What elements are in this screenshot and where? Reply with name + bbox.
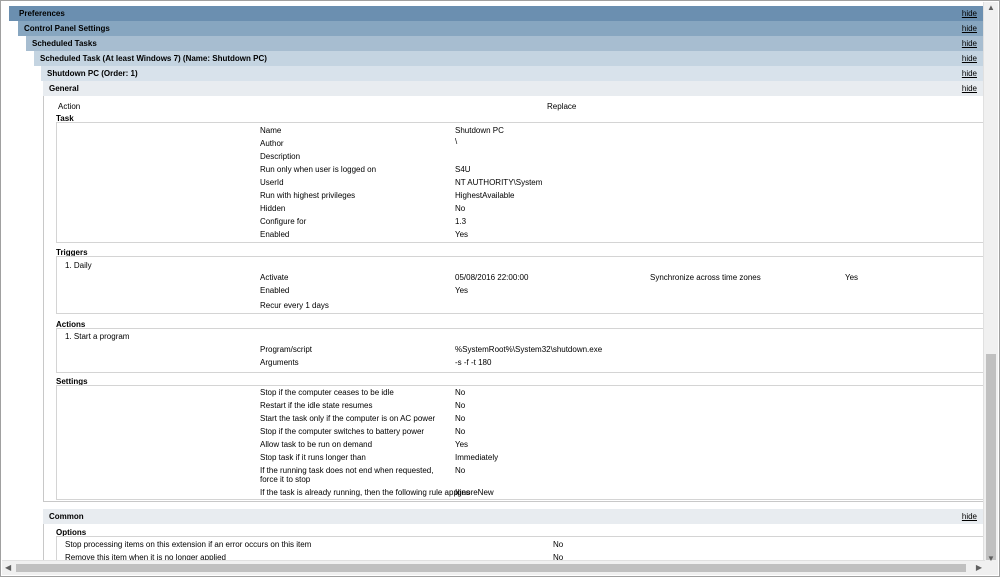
triggers-table <box>56 256 985 314</box>
settings-row-label: Stop task if it runs longer than <box>260 453 366 462</box>
common-title: Common <box>49 512 84 521</box>
settings-row-value: No <box>455 388 466 397</box>
hide-link-preferences[interactable]: hide <box>962 6 977 21</box>
action-program-value: %SystemRoot%\System32\shutdown.exe <box>455 345 603 354</box>
settings-row-value: No <box>455 414 466 423</box>
action-program-label: Program/script <box>260 345 313 354</box>
scheduled-task-title: Scheduled Task (At least Windows 7) (Nam… <box>40 54 267 63</box>
task-row-label: Hidden <box>260 204 286 213</box>
vertical-scrollbar[interactable]: ▲ ▼ <box>983 2 998 564</box>
settings-row-value: Yes <box>455 440 469 449</box>
hide-link-scheduled-task[interactable]: hide <box>962 51 977 66</box>
task-row-value: No <box>455 204 466 213</box>
settings-row-value: Immediately <box>455 453 499 462</box>
scroll-left-arrow-icon[interactable]: ◀ <box>5 563 11 572</box>
hide-link-scheduled-tasks[interactable]: hide <box>962 36 977 51</box>
control-panel-header: Control Panel Settings hide <box>18 21 984 36</box>
options-row-value: No <box>553 540 564 549</box>
settings-row-label: Stop if the computer ceases to be idle <box>260 388 394 397</box>
vertical-scroll-thumb[interactable] <box>986 354 996 560</box>
settings-row-label: Stop if the computer switches to battery… <box>260 427 425 436</box>
preferences-title: Preferences <box>19 9 65 18</box>
action-args-value: -s -f -t 180 <box>455 358 492 367</box>
task-row-label: Run with highest privileges <box>260 191 356 200</box>
scheduled-task-header: Scheduled Task (At least Windows 7) (Nam… <box>34 51 984 66</box>
settings-row-value: IgnoreNew <box>455 488 494 497</box>
settings-row-label: Start the task only if the computer is o… <box>260 414 436 423</box>
hide-link-shutdown-pc[interactable]: hide <box>962 66 977 81</box>
scheduled-tasks-title: Scheduled Tasks <box>32 39 97 48</box>
action-value: Replace <box>547 102 577 111</box>
task-row-label: Configure for <box>260 217 307 226</box>
trigger-enabled-value: Yes <box>455 286 469 295</box>
settings-row-value: No <box>455 466 466 475</box>
settings-row-value: No <box>455 427 466 436</box>
general-title: General <box>49 84 79 93</box>
task-row-label: UserId <box>260 178 284 187</box>
control-panel-title: Control Panel Settings <box>24 24 110 33</box>
trigger-activate-label: Activate <box>260 273 289 282</box>
general-header: General hide <box>43 81 984 96</box>
task-row-value: Shutdown PC <box>455 126 504 135</box>
action-label: Action <box>58 102 81 111</box>
settings-row-label: If the task is already running, then the… <box>260 488 470 497</box>
settings-row-label: Restart if the idle state resumes <box>260 401 373 410</box>
task-row-value: NT AUTHORITY\System <box>455 178 543 187</box>
settings-row-label: If the running task does not end when re… <box>260 466 434 484</box>
task-row-value: \ <box>455 137 458 146</box>
action-item: 1. Start a program <box>65 332 130 341</box>
settings-table <box>56 385 985 500</box>
preferences-header: Preferences hide <box>9 6 984 21</box>
horizontal-scroll-thumb[interactable] <box>16 564 966 572</box>
trigger-sync-label: Synchronize across time zones <box>650 273 761 282</box>
common-header: Common hide <box>43 509 984 524</box>
trigger-item: 1. Daily <box>65 261 92 270</box>
scroll-right-arrow-icon[interactable]: ▶ <box>976 563 982 572</box>
task-row-label: Name <box>260 126 282 135</box>
settings-row-label: Allow task to be run on demand <box>260 440 373 449</box>
trigger-recur: Recur every 1 days <box>260 301 329 310</box>
task-row-label: Enabled <box>260 230 290 239</box>
task-row-value: 1.3 <box>455 217 467 226</box>
task-row-value: Yes <box>455 230 469 239</box>
trigger-sync-value: Yes <box>845 273 859 282</box>
task-row-label: Author <box>260 139 284 148</box>
trigger-enabled-label: Enabled <box>260 286 290 295</box>
scheduled-tasks-header: Scheduled Tasks hide <box>26 36 984 51</box>
task-row-label: Run only when user is logged on <box>260 165 377 174</box>
options-row-label: Stop processing items on this extension … <box>65 540 312 549</box>
scroll-up-arrow-icon[interactable]: ▲ <box>987 3 995 12</box>
task-row-label: Description <box>260 152 301 161</box>
hide-link-general[interactable]: hide <box>962 81 977 96</box>
action-args-label: Arguments <box>260 358 299 367</box>
scrollbar-corner <box>984 561 998 575</box>
shutdown-pc-title: Shutdown PC (Order: 1) <box>47 69 138 78</box>
task-row-value: S4U <box>455 165 471 174</box>
horizontal-scrollbar[interactable]: ◀ ▶ <box>2 560 985 575</box>
shutdown-pc-header: Shutdown PC (Order: 1) hide <box>41 66 984 81</box>
hide-link-common[interactable]: hide <box>962 509 977 524</box>
trigger-activate-value: 05/08/2016 22:00:00 <box>455 273 529 282</box>
task-row-value: HighestAvailable <box>455 191 515 200</box>
hide-link-control-panel[interactable]: hide <box>962 21 977 36</box>
settings-row-value: No <box>455 401 466 410</box>
report-window: Preferences hide Control Panel Settings … <box>0 0 1000 577</box>
